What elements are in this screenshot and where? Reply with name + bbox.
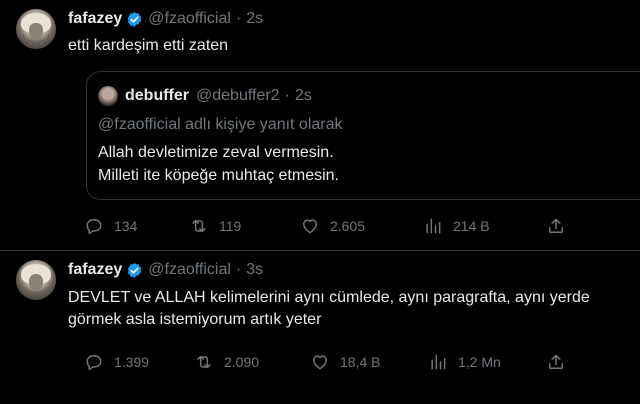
separator-dot: · <box>284 87 290 104</box>
tweet[interactable]: fafazey @fzaofficial · 2s etti kardeşim … <box>0 0 640 250</box>
tweet-text-line: DEVLET ve ALLAH kelimelerini aynı cümled… <box>68 289 590 306</box>
like-button[interactable]: 2.605 <box>300 214 365 238</box>
author-name[interactable]: fafazey <box>68 261 122 279</box>
action-bar: 134 119 2.605 214 B <box>68 214 640 238</box>
quoted-text-line: Milleti ite köpeğe muhtaç etmesin. <box>98 167 339 184</box>
views-button[interactable]: 1,2 Mn <box>428 350 501 374</box>
tweet[interactable]: fafazey @fzaofficial · 3s DEVLET ve ALLA… <box>0 251 640 404</box>
like-button[interactable]: 18,4 B <box>310 350 380 374</box>
avatar[interactable] <box>16 260 56 300</box>
reply-count: 1.399 <box>114 354 150 370</box>
reply-icon <box>86 219 102 235</box>
retweet-count: 2.090 <box>224 354 260 370</box>
separator-dot: · <box>235 261 242 278</box>
verified-badge-icon <box>128 11 142 27</box>
separator-dot: · <box>235 10 242 27</box>
quoted-text: Allah devletimize zeval vermesin. Millet… <box>98 141 339 187</box>
avatar[interactable] <box>16 9 56 49</box>
quoted-timestamp: 2s <box>294 87 312 104</box>
timestamp[interactable]: 3s <box>246 261 263 279</box>
share-icon <box>549 218 563 233</box>
share-button[interactable] <box>546 350 576 374</box>
tweet-header: fafazey @fzaofficial · 2s <box>68 8 263 30</box>
reply-icon <box>86 355 102 371</box>
tweet-text: DEVLET ve ALLAH kelimelerini aynı cümled… <box>68 287 590 331</box>
like-icon <box>313 355 327 370</box>
quoted-header: debuffer @debuffer2 · 2s <box>125 85 312 107</box>
view-count: 1,2 Mn <box>458 354 501 370</box>
views-button[interactable]: 214 B <box>423 214 490 238</box>
view-count: 214 B <box>453 218 490 234</box>
retweet-button[interactable]: 2.090 <box>194 350 259 374</box>
tweet-text: etti kardeşim etti zaten <box>68 35 228 57</box>
author-name[interactable]: fafazey <box>68 10 122 28</box>
verified-badge-icon <box>128 262 142 278</box>
timestamp[interactable]: 2s <box>246 10 263 28</box>
author-handle[interactable]: @fzaofficial <box>148 261 231 279</box>
action-bar: 1.399 2.090 18,4 B 1,2 Mn <box>68 350 640 374</box>
reply-button[interactable]: 1.399 <box>84 350 149 374</box>
quoted-author-handle: @debuffer2 <box>196 87 280 104</box>
tweet-text-line: görmek asla istemiyorum artık yeter <box>68 311 322 328</box>
tweet-header: fafazey @fzaofficial · 3s <box>68 259 263 281</box>
like-count: 2.605 <box>330 218 366 234</box>
quoted-text-line: Allah devletimize zeval vermesin. <box>98 144 334 161</box>
like-icon <box>303 219 317 234</box>
like-count: 18,4 B <box>340 354 381 370</box>
reply-button[interactable]: 134 <box>84 214 137 238</box>
share-icon <box>549 354 563 369</box>
quoted-tweet[interactable]: debuffer @debuffer2 · 2s @fzaofficial ad… <box>86 71 640 200</box>
retweet-count: 119 <box>219 218 242 234</box>
share-button[interactable] <box>546 214 576 238</box>
retweet-icon <box>197 355 211 369</box>
views-icon <box>426 218 441 234</box>
quoted-author-name: debuffer <box>125 87 189 104</box>
views-icon <box>431 354 446 370</box>
author-handle[interactable]: @fzaofficial <box>148 10 231 28</box>
retweet-icon <box>192 219 206 233</box>
tweet-text-line: etti kardeşim etti zaten <box>68 37 229 54</box>
retweet-button[interactable]: 119 <box>189 214 241 238</box>
reply-count: 134 <box>114 218 138 234</box>
reply-context: @fzaofficial adlı kişiye yanıt olarak <box>98 116 343 133</box>
quoted-avatar <box>98 86 118 106</box>
